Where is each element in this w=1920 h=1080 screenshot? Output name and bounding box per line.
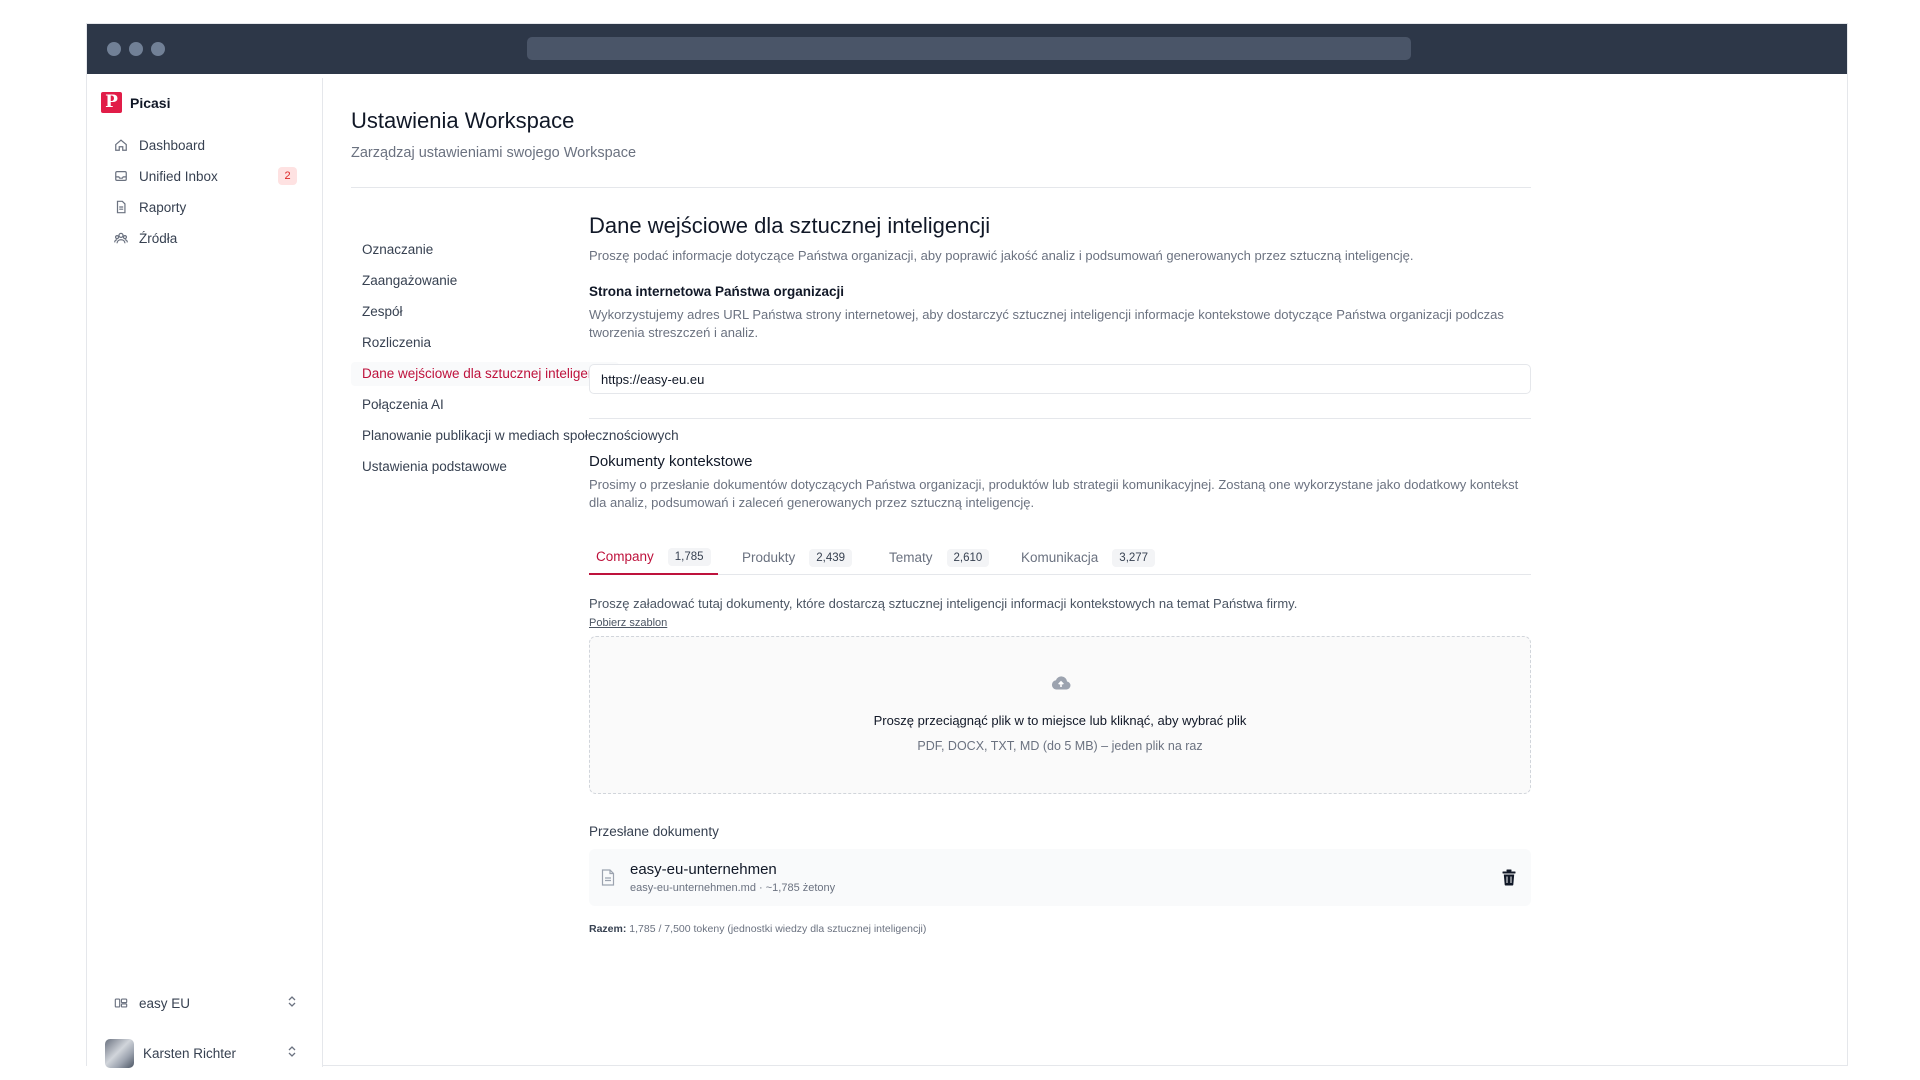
window-dot-maximize[interactable] (151, 42, 165, 56)
settings-nav-social-scheduling[interactable]: Planowanie publikacji w mediach społeczn… (351, 424, 690, 448)
document-category-tabs: Company 1,785 Produkty 2,439 Tematy 2,61… (589, 540, 1531, 575)
total-value: 1,785 / 7,500 tokeny (jednostki wiedzy d… (629, 923, 927, 935)
sidebar-item-raporty[interactable]: Raporty (113, 196, 297, 218)
window-dot-minimize[interactable] (129, 42, 143, 56)
tab-label: Komunikacja (1021, 550, 1099, 565)
avatar (105, 1038, 134, 1068)
documents-heading: Dokumenty kontekstowe (589, 453, 753, 470)
sidebar-item-unified-inbox[interactable]: Unified Inbox 2 (113, 165, 297, 187)
file-name: easy-eu-unternehmen (630, 861, 777, 878)
tab-tematy[interactable]: Tematy 2,610 (882, 540, 996, 575)
tab-count: 1,785 (667, 547, 711, 566)
tab-count: 2,610 (946, 548, 990, 567)
section-title: Dane wejściowe dla sztucznej inteligencj… (589, 213, 991, 238)
tab-count: 2,439 (809, 548, 853, 567)
tab-count: 3,277 (1112, 548, 1156, 567)
tab-label: Tematy (889, 550, 933, 565)
address-bar[interactable] (527, 37, 1411, 60)
settings-nav-oznaczanie[interactable]: Oznaczanie (351, 238, 444, 262)
website-url-input[interactable] (589, 364, 1531, 394)
cloud-upload-icon (1051, 675, 1071, 696)
trash-icon[interactable] (1502, 869, 1516, 891)
uploaded-file: easy-eu-unternehmen easy-eu-unternehmen.… (589, 849, 1531, 906)
sidebar: P Picasi Dashboard Unified Inbox 2 Rapor… (87, 78, 323, 1068)
divider (589, 418, 1531, 419)
download-template-link[interactable]: Pobierz szablon (589, 617, 667, 629)
tab-company[interactable]: Company 1,785 (589, 540, 718, 575)
inbox-icon (113, 168, 129, 184)
page-subtitle: Zarządzaj ustawieniami swojego Workspace (351, 145, 637, 161)
brand[interactable]: P Picasi (101, 92, 170, 113)
settings-nav-ai-input[interactable]: Dane wejściowe dla sztucznej inteligencj… (351, 362, 620, 386)
sidebar-item-dashboard[interactable]: Dashboard (113, 134, 297, 156)
chevron-up-down-icon (287, 1046, 297, 1061)
sidebar-item-label: Źródła (139, 230, 178, 246)
main-content: Ustawienia Workspace Zarządzaj ustawieni… (323, 78, 1849, 1067)
unread-badge: 2 (278, 167, 297, 185)
file-meta: easy-eu-unternehmen.md · ~1,785 żetony (630, 882, 836, 894)
divider (351, 187, 1531, 188)
file-icon (601, 869, 615, 891)
workspace-switcher[interactable]: easy EU (113, 992, 297, 1014)
sidebar-item-label: Dashboard (139, 137, 206, 153)
workspace-icon (113, 995, 129, 1011)
file-dropzone[interactable]: Proszę przeciągnąć plik w to miejsce lub… (589, 636, 1531, 794)
tab-label: Produkty (742, 550, 796, 565)
token-total: Razem: 1,785 / 7,500 tokeny (jednostki w… (589, 923, 926, 935)
brand-name: Picasi (130, 94, 171, 111)
sources-icon (113, 230, 129, 246)
settings-nav-rozliczenia[interactable]: Rozliczenia (351, 331, 442, 355)
settings-nav-zaangazowanie[interactable]: Zaangażowanie (351, 269, 468, 293)
chevron-up-down-icon (287, 996, 297, 1011)
page-title: Ustawienia Workspace (351, 108, 575, 133)
website-description: Wykorzystujemy adres URL Państwa strony … (589, 307, 1504, 340)
user-name: Karsten Richter (143, 1045, 237, 1061)
tab-komunikacja[interactable]: Komunikacja 3,277 (1014, 540, 1162, 575)
settings-nav-basic-settings[interactable]: Ustawienia podstawowe (351, 455, 518, 479)
sidebar-item-label: Unified Inbox (139, 168, 218, 184)
section-description: Proszę podać informacje dotyczące Państw… (589, 248, 1414, 263)
window-dot-close[interactable] (107, 42, 121, 56)
sidebar-item-zrodla[interactable]: Źródła (113, 227, 297, 249)
document-icon (113, 199, 129, 215)
total-label: Razem: (589, 923, 627, 935)
user-menu[interactable]: Karsten Richter (105, 1038, 297, 1068)
website-heading: Strona internetowa Państwa organizacji (589, 284, 845, 299)
tab-hint: Proszę załadować tutaj dokumenty, które … (589, 596, 1298, 611)
browser-window: P Picasi Dashboard Unified Inbox 2 Rapor… (86, 23, 1849, 1068)
sidebar-item-label: Raporty (139, 199, 187, 215)
brand-logo: P (101, 92, 122, 113)
home-icon (113, 137, 129, 153)
tab-label: Company (596, 549, 654, 564)
documents-description: Prosimy o przesłanie dokumentów dotycząc… (589, 477, 1519, 510)
uploaded-heading: Przesłane dokumenty (589, 824, 719, 839)
settings-nav-zespol[interactable]: Zespół (351, 300, 414, 324)
settings-nav-ai-connections[interactable]: Połączenia AI (351, 393, 455, 417)
dropzone-title: Proszę przeciągnąć plik w to miejsce lub… (873, 713, 1247, 728)
workspace-name: easy EU (139, 995, 191, 1011)
tab-produkty[interactable]: Produkty 2,439 (735, 540, 859, 575)
dropzone-hint: PDF, DOCX, TXT, MD (do 5 MB) – jeden pli… (917, 739, 1203, 753)
browser-titlebar (87, 24, 1847, 74)
